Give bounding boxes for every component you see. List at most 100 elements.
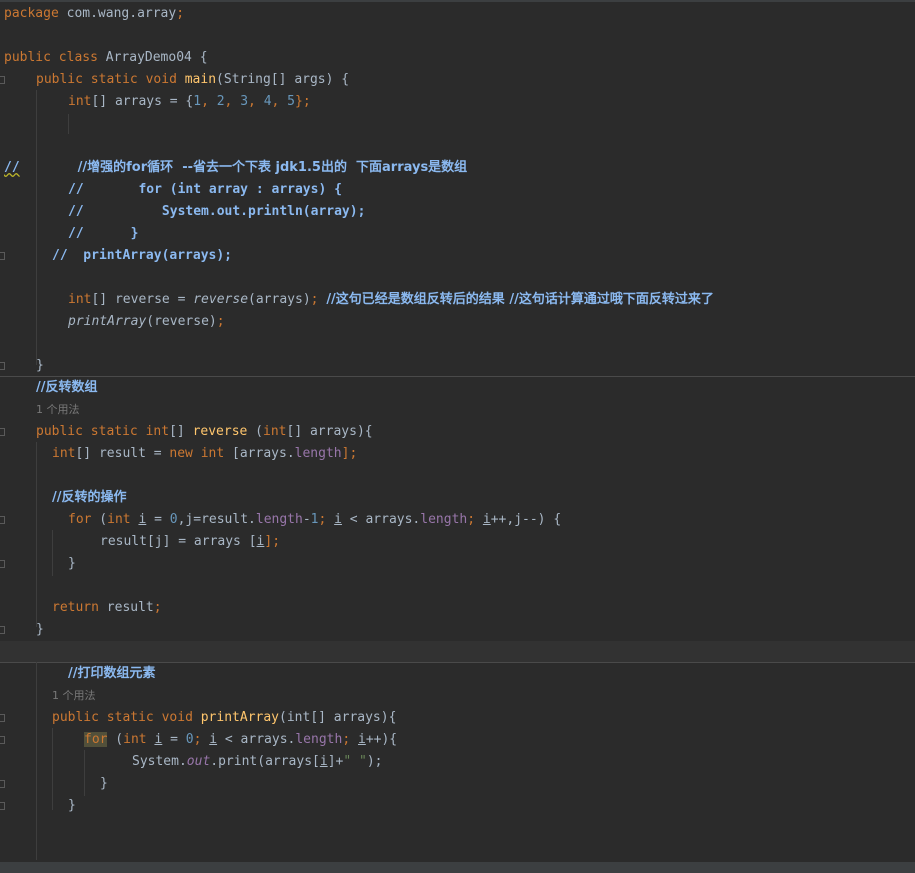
code-line-comment-foreach[interactable]: // //增强的for循环 --省去一个下表 jdk1.5出的 下面arrays是… (4, 157, 909, 179)
code-line-comment-reverse-op[interactable]: //反转的操作 (52, 487, 915, 509)
comment: //这句已经是数组反转后的结果 //这句话计算通过哦下面反转过来了 (326, 292, 714, 307)
keyword: int (68, 292, 92, 307)
keyword: public (36, 424, 83, 439)
expr: ,j=result. (177, 512, 256, 527)
current-line-highlight (0, 641, 915, 662)
code-line-for-reverse[interactable]: for (int i = 0,j=result.length-1; i < ar… (68, 509, 915, 531)
method-name: main (184, 72, 217, 87)
params: (String[] args) { (216, 72, 350, 87)
fold-marker[interactable] (0, 76, 5, 84)
semicolon: ; (216, 314, 225, 329)
code-line-package[interactable]: package com.wang.array; (4, 3, 909, 25)
var-i: i (482, 512, 491, 527)
code-line-reverse-call[interactable]: int[] reverse = reverse(arrays); //这句已经是… (68, 289, 915, 311)
keyword: public (52, 710, 99, 725)
code-line-close-main[interactable]: } (36, 355, 915, 377)
keyword-highlighted: for (84, 732, 108, 747)
var-i: i (357, 732, 366, 747)
expr: < arrays. (217, 732, 296, 747)
code-line-result-assign[interactable]: result[j] = arrays [i]; (100, 531, 915, 553)
number: 3 (240, 94, 249, 109)
number: 0 (169, 512, 178, 527)
editor-top-border (0, 0, 915, 2)
fold-marker[interactable] (0, 626, 5, 634)
brackets: [] (169, 424, 185, 439)
comment-marker: // (4, 160, 20, 175)
code-line-for-print[interactable]: for (int i = 0; i < arrays.length; i++){ (84, 729, 915, 751)
expr: result[j] = arrays [ (100, 534, 257, 549)
field: length (295, 732, 343, 747)
code-line-close-print[interactable]: } (68, 795, 915, 817)
expr: ++,j--) { (490, 512, 562, 527)
fold-marker[interactable] (0, 780, 5, 788)
comma: , (224, 94, 241, 109)
keyword: void (161, 710, 193, 725)
assign: = (146, 512, 170, 527)
indent-guide (52, 530, 53, 576)
params: (int[] arrays){ (279, 710, 397, 725)
number: 1 (193, 94, 202, 109)
keyword: return (52, 600, 99, 615)
fold-marker[interactable] (0, 714, 5, 722)
fold-marker[interactable] (0, 362, 5, 370)
code-line-print-sig[interactable]: public static void printArray(int[] arra… (52, 707, 915, 729)
paren: ( (91, 512, 108, 527)
keyword: class (58, 50, 98, 65)
expr: ++){ (365, 732, 398, 747)
indent-guide (84, 750, 85, 796)
comma: , (201, 94, 217, 109)
code-line-result-decl[interactable]: int[] result = new int [arrays.length]; (52, 443, 915, 465)
code-line-comment-print[interactable]: //打印数组元素 (68, 663, 915, 685)
code-line-return[interactable]: return result; (52, 597, 915, 619)
horizontal-scrollbar[interactable] (0, 862, 915, 873)
semicolon: ; (342, 732, 358, 747)
code-line-print-reverse[interactable]: printArray(reverse); (68, 311, 915, 333)
code-line-comment-println[interactable]: // System.out.println(array); (68, 201, 915, 223)
code-editor[interactable]: package com.wang.array; public class Arr… (0, 0, 915, 862)
code-line-arrays[interactable]: int[] arrays = {1, 2, 3, 4, 5}; (68, 91, 915, 113)
code-line-main[interactable]: public static void main(String[] args) { (36, 69, 915, 91)
keyword: for (68, 512, 92, 527)
usage-hint[interactable]: 1 个用法 (52, 687, 96, 705)
code-line-comment-print[interactable]: // printArray(arrays); (52, 245, 915, 267)
keyword: void (145, 72, 177, 87)
code-line-close-for[interactable]: } (68, 553, 915, 575)
keyword: static (106, 710, 154, 725)
code-line-reverse-sig[interactable]: public static int[] reverse (int[] array… (36, 421, 915, 443)
fold-marker[interactable] (0, 516, 5, 524)
paren: ( (107, 732, 124, 747)
brace: { (199, 50, 208, 65)
indent-guide (68, 114, 69, 134)
keyword: static (90, 72, 138, 87)
usage-hint[interactable]: 1 个用法 (36, 401, 80, 419)
keyword: int (52, 446, 76, 461)
indent-guide (36, 442, 37, 627)
code-line-close-reverse[interactable]: } (36, 619, 915, 641)
code-line-comment-close[interactable]: // } (68, 223, 915, 245)
code-line-class[interactable]: public class ArrayDemo04 { (4, 47, 909, 69)
fold-marker[interactable] (0, 560, 5, 568)
indent-guide (36, 90, 37, 365)
field: length (420, 512, 468, 527)
code-line-comment-reverse-array[interactable]: //反转数组 (36, 377, 915, 399)
args: (arrays) (248, 292, 311, 307)
assign: = (162, 732, 186, 747)
var-i: i (319, 754, 328, 769)
number: 5 (287, 94, 295, 109)
comment: //增强的for循环 --省去一个下表 jdk1.5出的 下面arrays是数组 (77, 160, 468, 175)
method-name: printArray (200, 710, 280, 725)
code-line-print-call[interactable]: System.out.print(arrays[i]+" "); (132, 751, 915, 773)
fold-marker[interactable] (0, 428, 5, 436)
keyword: int (263, 424, 287, 439)
decl: [] arrays = { (91, 94, 194, 109)
fold-marker[interactable] (0, 736, 5, 744)
field: length (255, 512, 303, 527)
code-line-close-for2[interactable]: } (100, 773, 915, 795)
fold-marker[interactable] (0, 802, 5, 810)
method-call: reverse (193, 292, 249, 307)
decl: [] result = (75, 446, 170, 461)
comma: , (271, 94, 288, 109)
fold-marker[interactable] (0, 252, 5, 260)
semicolon: ; (153, 600, 162, 615)
code-line-comment-for[interactable]: // for (int array : arrays) { (68, 179, 915, 201)
